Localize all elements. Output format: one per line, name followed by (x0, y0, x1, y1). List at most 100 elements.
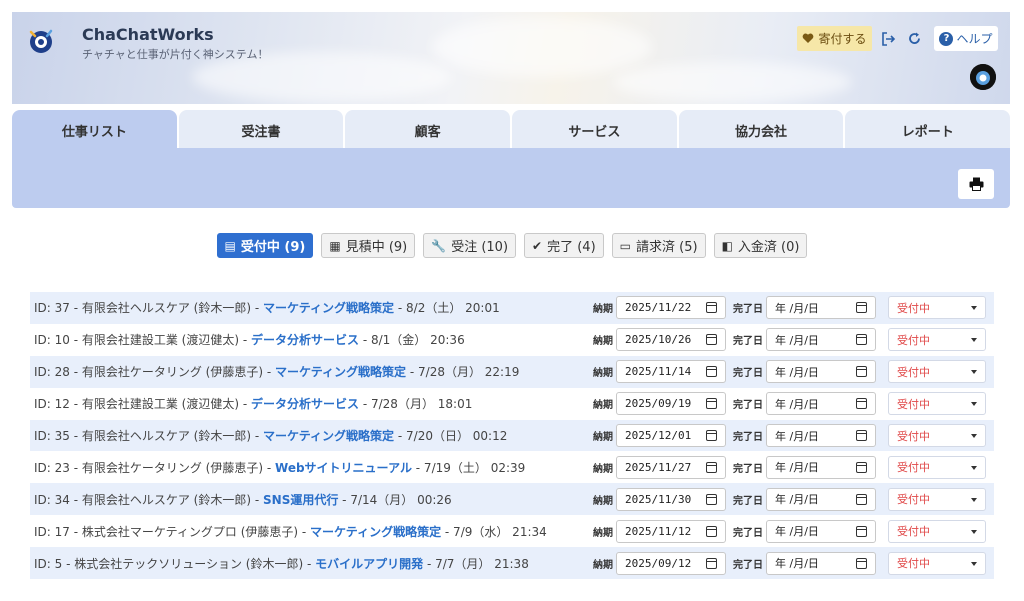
due-date-input[interactable]: 2025/10/26 (616, 328, 726, 352)
job-summary[interactable]: ID: 35 - 有限会社ヘルスケア (鈴木一郎) - マーケティング戦略策定 … (34, 427, 507, 444)
status-select[interactable]: 受付中 (888, 424, 986, 447)
status-select[interactable]: 受付中 (888, 487, 986, 511)
due-date-label: 納期 (593, 432, 613, 443)
due-date-input[interactable]: 2025/11/22 (616, 296, 726, 320)
job-service-link[interactable]: データ分析サービス (251, 333, 359, 347)
tab-services[interactable]: サービス (512, 110, 677, 150)
completion-date-input[interactable]: 年 /月/日 (766, 296, 876, 320)
calendar-icon[interactable] (856, 557, 867, 569)
calendar-icon[interactable] (706, 398, 717, 410)
filter-button[interactable]: 🔧 受注 (10) (423, 233, 517, 258)
logout-icon (881, 31, 895, 46)
due-date-label: 納期 (593, 559, 613, 571)
job-service-link[interactable]: Webサイトリニューアル (275, 461, 412, 475)
calendar-icon[interactable] (856, 461, 867, 473)
job-service-link[interactable]: マーケティング戦略策定 (263, 301, 394, 315)
filter-label: 受付中 (9) (240, 240, 306, 255)
calendar-icon[interactable] (856, 430, 867, 441)
completion-date-label: 完了日 (733, 527, 763, 539)
due-date-input[interactable]: 2025/11/27 (616, 455, 726, 479)
completion-date-input[interactable]: 年 /月/日 (766, 392, 876, 416)
filter-button[interactable]: ▭ 請求済 (5) (611, 233, 706, 258)
job-id-customer: ID: 37 - 有限会社ヘルスケア (鈴木一郎) - (34, 301, 264, 316)
tab-partners[interactable]: 協力会社 (678, 110, 844, 150)
job-row[interactable]: ID: 12 - 有限会社建設工業 (渡辺健太) - データ分析サービス - 7… (30, 387, 994, 420)
job-service-link[interactable]: マーケティング戦略策定 (275, 365, 406, 379)
due-date-input[interactable]: 2025/11/30 (616, 487, 726, 511)
calendar-icon[interactable] (856, 366, 867, 378)
status-select[interactable]: 受付中 (888, 360, 986, 384)
job-service-link[interactable]: マーケティング戦略策定 (310, 525, 441, 539)
app-logo-icon[interactable] (26, 26, 56, 56)
calendar-icon[interactable] (706, 366, 717, 378)
status-select[interactable]: 受付中 (888, 455, 986, 479)
filter-button[interactable]: ▤ 受付中 (9) (216, 233, 314, 258)
calendar-icon[interactable] (856, 525, 867, 537)
status-select[interactable]: 受付中 (888, 519, 986, 543)
job-summary[interactable]: ID: 5 - 株式会社テックソリューション (鈴木一郎) - モバイルアプリ開… (34, 555, 529, 572)
job-row[interactable]: ID: 34 - 有限会社ヘルスケア (鈴木一郎) - SNS運用代行 - 7/… (30, 483, 994, 516)
completion-date-input[interactable]: 年 /月/日 (766, 328, 876, 352)
job-summary[interactable]: ID: 28 - 有限会社ケータリング (伊藤恵子) - マーケティング戦略策定… (34, 363, 519, 380)
due-date-input[interactable]: 2025/09/19 (616, 392, 726, 416)
completion-date-input[interactable]: 年 /月/日 (766, 519, 876, 543)
help-button[interactable]: ? ヘルプ (934, 26, 998, 51)
calendar-icon[interactable] (706, 493, 717, 505)
calendar-icon[interactable] (856, 493, 867, 505)
job-row[interactable]: ID: 37 - 有限会社ヘルスケア (鈴木一郎) - マーケティング戦略策定 … (30, 292, 994, 324)
calendar-icon[interactable] (856, 334, 867, 346)
job-row[interactable]: ID: 35 - 有限会社ヘルスケア (鈴木一郎) - マーケティング戦略策定 … (30, 419, 994, 452)
tab-reports[interactable]: レポート (845, 110, 1011, 150)
calendar-icon[interactable] (856, 398, 867, 410)
calculator-icon: ▦ (329, 238, 341, 253)
job-summary[interactable]: ID: 37 - 有限会社ヘルスケア (鈴木一郎) - マーケティング戦略策定 … (34, 299, 500, 316)
job-service-link[interactable]: モバイルアプリ開発 (315, 557, 423, 571)
job-service-link[interactable]: SNS運用代行 (263, 493, 338, 507)
logout-button[interactable] (878, 26, 898, 51)
job-summary[interactable]: ID: 17 - 株式会社マーケティングプロ (伊藤恵子) - マーケティング戦… (34, 523, 547, 540)
calendar-icon[interactable] (706, 557, 717, 569)
tab-customers[interactable]: 顧客 (345, 110, 511, 150)
job-summary[interactable]: ID: 10 - 有限会社建設工業 (渡辺健太) - データ分析サービス - 8… (34, 331, 465, 348)
user-avatar[interactable] (970, 64, 996, 90)
job-row[interactable]: ID: 28 - 有限会社ケータリング (伊藤恵子) - マーケティング戦略策定… (30, 355, 994, 388)
job-summary[interactable]: ID: 12 - 有限会社建設工業 (渡辺健太) - データ分析サービス - 7… (34, 395, 472, 412)
donate-button[interactable]: 寄付する (797, 26, 872, 51)
tab-orders[interactable]: 受注書 (178, 110, 344, 150)
job-summary[interactable]: ID: 34 - 有限会社ヘルスケア (鈴木一郎) - SNS運用代行 - 7/… (34, 491, 452, 508)
calendar-icon[interactable] (706, 461, 717, 473)
calendar-icon[interactable] (856, 302, 867, 314)
calendar-icon[interactable] (706, 302, 717, 314)
due-date-input[interactable]: 2025/09/12 (616, 551, 726, 575)
completion-date-input[interactable]: 年 /月/日 (766, 424, 876, 447)
job-row[interactable]: ID: 23 - 有限会社ケータリング (伊藤恵子) - Webサイトリニューア… (30, 451, 994, 484)
status-select[interactable]: 受付中 (888, 551, 986, 575)
calendar-icon[interactable] (706, 525, 717, 537)
tab-job-list[interactable]: 仕事リスト (12, 110, 177, 150)
completion-date-input[interactable]: 年 /月/日 (766, 455, 876, 479)
status-value: 受付中 (897, 493, 930, 507)
job-row[interactable]: ID: 17 - 株式会社マーケティングプロ (伊藤恵子) - マーケティング戦… (30, 515, 994, 548)
status-select[interactable]: 受付中 (888, 328, 986, 352)
job-summary[interactable]: ID: 23 - 有限会社ケータリング (伊藤恵子) - Webサイトリニューア… (34, 459, 525, 476)
job-row[interactable]: ID: 10 - 有限会社建設工業 (渡辺健太) - データ分析サービス - 8… (30, 323, 994, 356)
due-date-input[interactable]: 2025/11/14 (616, 360, 726, 384)
refresh-button[interactable] (904, 26, 924, 51)
completion-date-input[interactable]: 年 /月/日 (766, 551, 876, 575)
print-button[interactable] (958, 169, 994, 199)
due-date-input[interactable]: 2025/12/01 (616, 424, 726, 447)
job-service-link[interactable]: マーケティング戦略策定 (263, 429, 394, 443)
job-row[interactable]: ID: 5 - 株式会社テックソリューション (鈴木一郎) - モバイルアプリ開… (30, 547, 994, 580)
completion-date-input[interactable]: 年 /月/日 (766, 487, 876, 511)
completion-date-input[interactable]: 年 /月/日 (766, 360, 876, 384)
chevron-down-icon (971, 497, 977, 502)
status-select[interactable]: 受付中 (888, 296, 986, 320)
filter-button[interactable]: ▦ 見積中 (9) (321, 233, 416, 258)
calendar-icon[interactable] (706, 334, 717, 346)
calendar-icon[interactable] (706, 430, 717, 441)
filter-button[interactable]: ◧ 入金済 (0) (713, 233, 808, 258)
filter-button[interactable]: ✔ 完了 (4) (524, 233, 604, 258)
due-date-input[interactable]: 2025/11/12 (616, 519, 726, 543)
job-service-link[interactable]: データ分析サービス (251, 397, 359, 411)
status-select[interactable]: 受付中 (888, 392, 986, 416)
